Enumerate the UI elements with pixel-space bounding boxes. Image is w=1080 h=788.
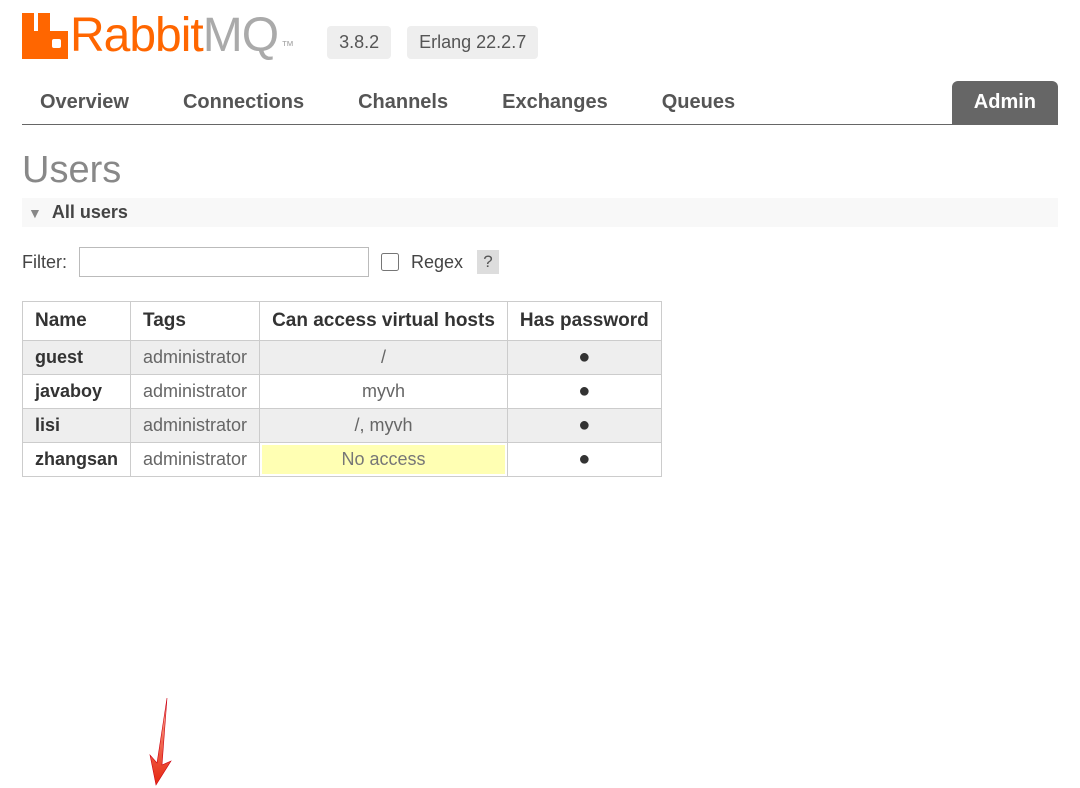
table-row: zhangsanadministratorNo access ● (23, 443, 662, 477)
version-badges: 3.8.2 Erlang 22.2.7 (327, 26, 538, 59)
no-access-badge: No access (262, 445, 505, 474)
logo-tm: ™ (281, 38, 293, 53)
user-password-cell: ● (507, 375, 661, 409)
table-header-row: Name Tags Can access virtual hosts Has p… (23, 302, 662, 341)
tab-admin[interactable]: Admin (952, 81, 1058, 124)
col-password[interactable]: Has password (507, 302, 661, 341)
page-title: Users (22, 149, 1058, 192)
regex-checkbox[interactable] (381, 253, 399, 271)
user-name-cell[interactable]: zhangsan (23, 443, 131, 477)
col-vhosts[interactable]: Can access virtual hosts (260, 302, 508, 341)
tab-channels[interactable]: Channels (350, 81, 456, 124)
table-row: javaboyadministratormyvh ● (23, 375, 662, 409)
user-tags-cell: administrator (131, 443, 260, 477)
filter-label: Filter: (22, 252, 67, 273)
tab-exchanges[interactable]: Exchanges (494, 81, 616, 124)
help-icon[interactable]: ? (477, 250, 499, 274)
main-tabs: Overview Connections Channels Exchanges … (22, 81, 1058, 125)
user-vhosts-cell: myvh (260, 375, 508, 409)
user-name-cell[interactable]: javaboy (23, 375, 131, 409)
col-tags[interactable]: Tags (131, 302, 260, 341)
chevron-down-icon: ▼ (28, 205, 42, 221)
logo-text: RabbitMQ™ (70, 8, 293, 63)
user-password-cell: ● (507, 443, 661, 477)
all-users-expander[interactable]: ▼ All users (22, 198, 1058, 227)
logo-rabbit: Rabbit (70, 8, 203, 63)
user-password-cell: ● (507, 409, 661, 443)
col-name[interactable]: Name (23, 302, 131, 341)
regex-label: Regex (411, 252, 463, 273)
tab-connections[interactable]: Connections (175, 81, 312, 124)
user-tags-cell: administrator (131, 375, 260, 409)
filter-row: Filter: Regex ? (22, 247, 1058, 277)
user-vhosts-cell: No access (260, 443, 508, 477)
user-tags-cell: administrator (131, 409, 260, 443)
dot-icon: ● (578, 448, 590, 470)
user-tags-cell: administrator (131, 341, 260, 375)
dot-icon: ● (578, 346, 590, 368)
users-table: Name Tags Can access virtual hosts Has p… (22, 301, 662, 477)
dot-icon: ● (578, 380, 590, 402)
user-name-cell[interactable]: guest (23, 341, 131, 375)
user-password-cell: ● (507, 341, 661, 375)
user-vhosts-cell: / (260, 341, 508, 375)
expander-label: All users (52, 202, 128, 223)
table-row: guestadministrator/ ● (23, 341, 662, 375)
logo[interactable]: RabbitMQ™ (22, 8, 293, 63)
version-rabbitmq: 3.8.2 (327, 26, 391, 59)
version-erlang: Erlang 22.2.7 (407, 26, 538, 59)
header: RabbitMQ™ 3.8.2 Erlang 22.2.7 (22, 8, 1058, 63)
table-row: lisiadministrator/, myvh ● (23, 409, 662, 443)
logo-mq: MQ (203, 8, 278, 63)
tab-overview[interactable]: Overview (32, 81, 137, 124)
rabbitmq-logo-icon (22, 13, 68, 59)
filter-input[interactable] (79, 247, 369, 277)
user-name-cell[interactable]: lisi (23, 409, 131, 443)
user-vhosts-cell: /, myvh (260, 409, 508, 443)
dot-icon: ● (578, 414, 590, 436)
annotation-arrow-icon (147, 693, 177, 788)
tab-queues[interactable]: Queues (654, 81, 743, 124)
